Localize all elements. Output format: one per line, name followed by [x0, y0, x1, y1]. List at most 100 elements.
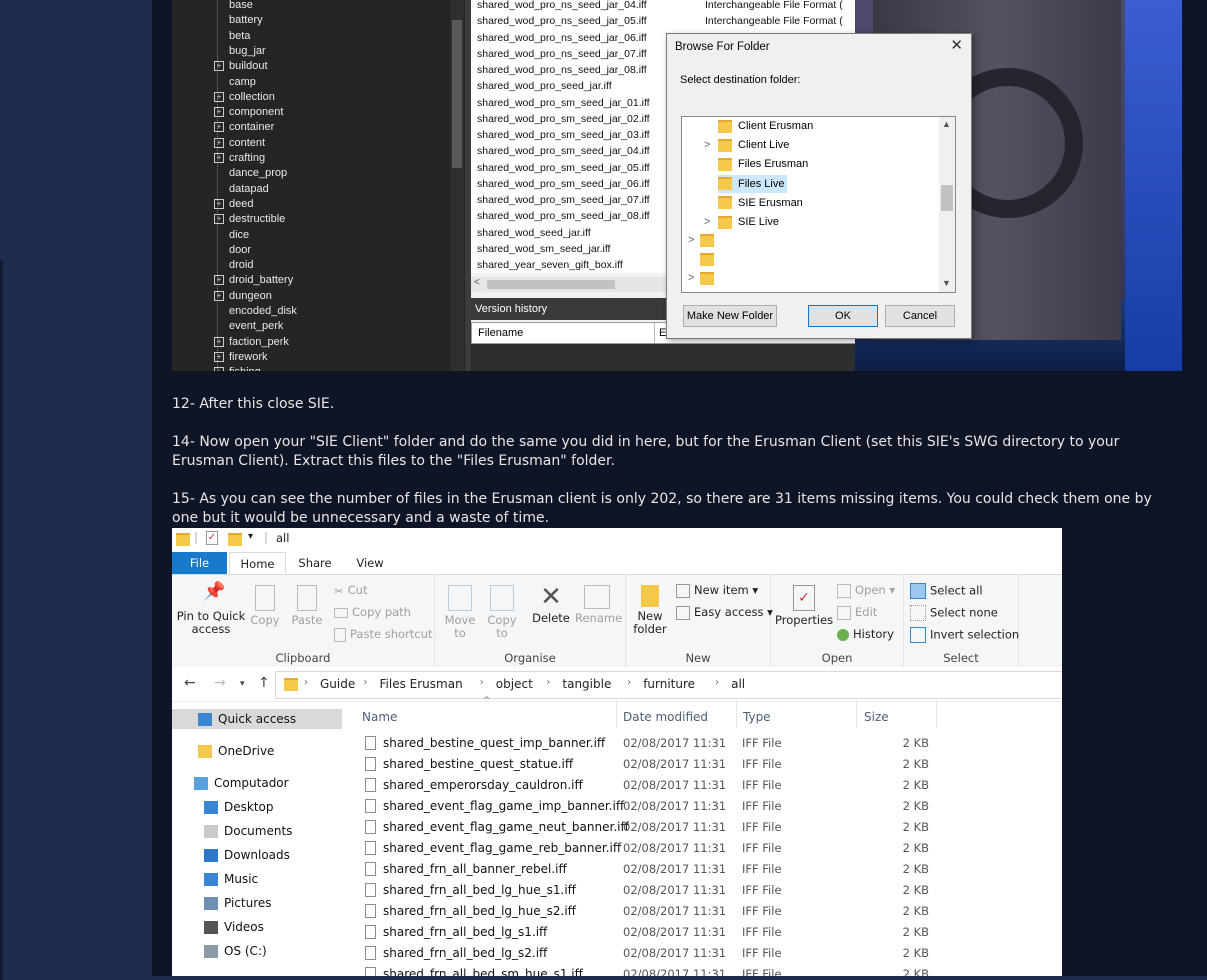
breadcrumb-item[interactable]: furniture	[643, 677, 695, 691]
breadcrumb-item[interactable]: object	[496, 677, 533, 691]
file-list-item[interactable]: shared_wod_pro_sm_seed_jar_03.iff	[477, 127, 650, 143]
paste-shortcut-button[interactable]: Paste shortcut	[334, 627, 432, 642]
chevron-right-icon[interactable]: >	[688, 272, 694, 284]
nav-item-downloads[interactable]: Downloads	[204, 845, 290, 865]
tab-home[interactable]: Home	[229, 552, 286, 575]
table-row[interactable]: shared_frn_all_bed_lg_hue_s1.iff 02/08/20…	[362, 880, 1062, 901]
file-list-item[interactable]: shared_wod_pro_sm_seed_jar_01.iff	[477, 95, 650, 111]
file-list-item[interactable]: shared_wod_pro_ns_seed_jar_06.iff	[477, 30, 647, 46]
back-arrow-icon[interactable]: ←	[184, 675, 196, 691]
invert-selection-button[interactable]: Invert selection	[910, 627, 1019, 643]
table-row[interactable]: shared_bestine_quest_statue.iff 02/08/201…	[362, 754, 1062, 775]
tree-item[interactable]: droid	[229, 258, 253, 273]
tree-item[interactable]: + firework	[214, 350, 268, 365]
table-row[interactable]: shared_frn_all_banner_rebel.iff 02/08/201…	[362, 859, 1062, 880]
column-size[interactable]: Size	[864, 706, 889, 728]
tree-item[interactable]: + container	[214, 120, 274, 135]
table-row[interactable]: shared_emperorsday_cauldron.iff 02/08/201…	[362, 775, 1062, 796]
folder-tree-scrollbar[interactable]: ▲ ▼	[939, 117, 955, 292]
file-list-item[interactable]: shared_wod_pro_sm_seed_jar_02.iff	[477, 111, 650, 127]
nav-item-os-c[interactable]: OS (C:)	[204, 941, 267, 961]
tree-scroll-thumb[interactable]	[452, 20, 462, 168]
copy-to-button[interactable]: Copy to	[485, 585, 519, 640]
forward-arrow-icon[interactable]: →	[214, 675, 226, 691]
expand-icon[interactable]: +	[214, 275, 224, 286]
chevron-right-icon[interactable]: ›	[546, 677, 550, 688]
file-list-item[interactable]: shared_wod_sm_seed_jar.iff	[477, 241, 610, 257]
tree-item[interactable]: encoded_disk	[229, 304, 297, 319]
file-list-item[interactable]: shared_wod_pro_sm_seed_jar_08.iff	[477, 208, 650, 224]
tree-scrollbar[interactable]	[450, 0, 464, 371]
file-list-item[interactable]: shared_wod_pro_ns_seed_jar_04.iff	[477, 0, 647, 13]
table-row[interactable]: shared_event_flag_game_reb_banner.iff 02/…	[362, 838, 1062, 859]
nav-item-onedrive[interactable]: OneDrive	[198, 741, 274, 761]
copy-path-button[interactable]: Copy path	[334, 605, 411, 619]
easy-access-button[interactable]: Easy access ▾	[676, 605, 773, 620]
breadcrumb[interactable]: › Guide › Files Erusman › object › tangible › fur…	[275, 671, 1062, 699]
tree-item[interactable]: + component	[214, 105, 283, 120]
nav-item-videos[interactable]: Videos	[204, 917, 264, 937]
tree-item[interactable]: base	[229, 0, 253, 13]
new-item-button[interactable]: New item ▾	[676, 583, 758, 598]
folder-tree-item[interactable]: Client Live	[718, 136, 789, 154]
file-list-item[interactable]: shared_wod_pro_sm_seed_jar_06.iff	[477, 176, 650, 192]
expand-icon[interactable]: +	[214, 107, 224, 118]
chevron-right-icon[interactable]: ›	[715, 677, 719, 688]
nav-item-desktop[interactable]: Desktop	[204, 797, 274, 817]
file-list-item[interactable]: shared_wod_pro_seed_jar.iff	[477, 78, 612, 94]
expand-icon[interactable]: +	[214, 91, 224, 102]
folder-tree-item[interactable]: SIE Erusman	[718, 194, 803, 212]
tree-item[interactable]: + collection	[214, 90, 275, 105]
scroll-left-icon[interactable]: <	[474, 277, 480, 288]
tree-item[interactable]: beta	[229, 29, 250, 44]
table-row[interactable]: shared_event_flag_game_neut_banner.iff 02…	[362, 817, 1062, 838]
ok-button[interactable]: OK	[808, 305, 878, 327]
tree-item[interactable]: + faction_perk	[214, 335, 289, 350]
expand-icon[interactable]: +	[214, 198, 224, 209]
expand-icon[interactable]: +	[214, 214, 224, 225]
table-row[interactable]: shared_frn_all_bed_lg_s2.iff 02/08/2017 1…	[362, 943, 1062, 964]
folder-tree-scroll-thumb[interactable]	[941, 185, 953, 211]
file-list-item[interactable]: shared_wod_pro_sm_seed_jar_07.iff	[477, 192, 650, 208]
tab-share[interactable]: Share	[290, 552, 340, 574]
nav-item-computador[interactable]: Computador	[194, 773, 289, 793]
tree-item[interactable]: dice	[229, 228, 249, 243]
file-list-item[interactable]: shared_wod_pro_sm_seed_jar_05.iff	[477, 160, 650, 176]
table-row[interactable]: shared_bestine_quest_imp_banner.iff 02/08…	[362, 733, 1062, 754]
expand-icon[interactable]: +	[214, 137, 224, 148]
expand-icon[interactable]: +	[214, 290, 224, 301]
expand-icon[interactable]: +	[214, 153, 224, 164]
column-separator[interactable]	[616, 700, 617, 728]
customize-toolbar-icon[interactable]: ▾	[248, 531, 253, 542]
file-list-item[interactable]: shared_wod_pro_ns_seed_jar_07.iff	[477, 46, 647, 62]
folder-tree-item-unlabeled[interactable]	[700, 269, 720, 287]
tree-item[interactable]: + content	[214, 136, 265, 151]
properties-check-icon[interactable]: ✓	[206, 531, 218, 545]
file-list-item[interactable]: shared_wod_seed_jar.iff	[477, 225, 591, 241]
cancel-button[interactable]: Cancel	[885, 305, 955, 327]
folder-tree-item[interactable]: Files Live	[718, 174, 788, 193]
expand-icon[interactable]: +	[214, 122, 224, 133]
nav-item-quick-access[interactable]: Quick access	[172, 709, 342, 729]
chevron-up-icon[interactable]: ▲	[942, 119, 951, 129]
tree-item[interactable]: + buildout	[214, 59, 268, 74]
breadcrumb-item[interactable]: Guide	[320, 677, 355, 691]
tree-item[interactable]: door	[229, 243, 251, 258]
rename-button[interactable]: Rename	[575, 585, 622, 625]
move-to-button[interactable]: Move to	[443, 585, 477, 640]
open-button[interactable]: Open ▾	[837, 583, 895, 598]
folder-tree-item[interactable]: Client Erusman	[718, 117, 813, 135]
up-arrow-icon[interactable]: ↑	[258, 675, 270, 691]
properties-button[interactable]: ✓ Properties	[775, 585, 833, 627]
delete-button[interactable]: ✕ Delete	[531, 584, 571, 625]
recent-locations-icon[interactable]: ▾	[240, 679, 245, 689]
select-none-button[interactable]: Select none	[910, 605, 998, 621]
folder-tree-item[interactable]: Files Erusman	[718, 155, 808, 173]
tree-item[interactable]: camp	[229, 75, 256, 90]
folder-tree-item-unlabeled[interactable]	[700, 250, 720, 268]
new-folder-button[interactable]: New folder	[632, 585, 668, 636]
table-row[interactable]: shared_frn_all_bed_lg_hue_s2.iff 02/08/20…	[362, 901, 1062, 922]
tree-item[interactable]: + crafting	[214, 151, 265, 166]
table-row[interactable]: shared_frn_all_bed_sm_hue_s1.iff 02/08/20…	[362, 964, 1062, 976]
tree-item[interactable]: event_perk	[229, 319, 283, 334]
